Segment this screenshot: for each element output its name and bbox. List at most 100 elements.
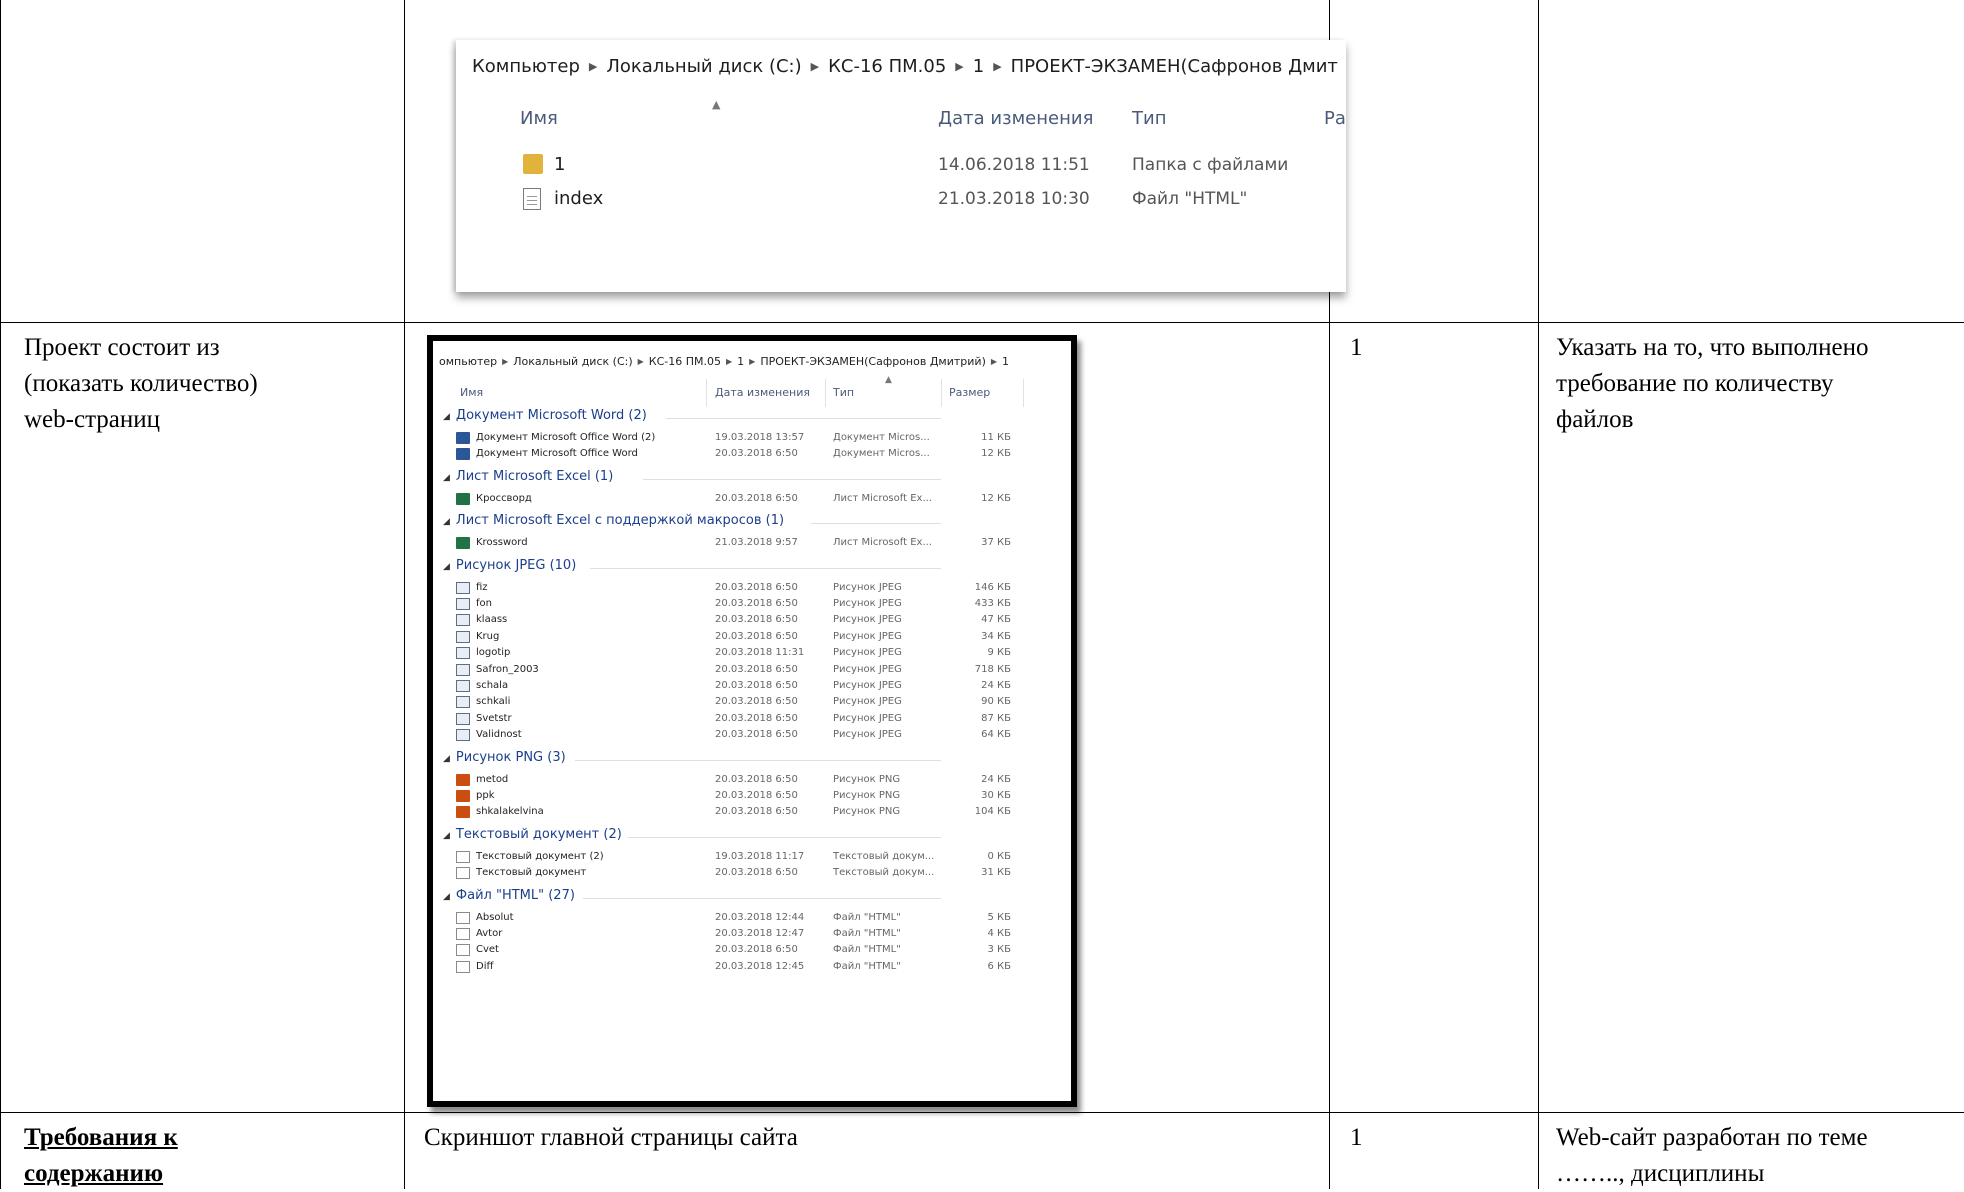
file-row[interactable]: Diff 20.03.2018 12:45 Файл "HTML" 6 КБ: [433, 959, 1053, 977]
file-row[interactable]: Absolut 20.03.2018 12:44 Файл "HTML" 5 КБ: [433, 910, 1053, 928]
file-date: 20.03.2018 6:50: [715, 680, 798, 691]
file-size: 30 КБ: [981, 790, 1011, 801]
file-row[interactable]: Svetstr 20.03.2018 6:50 Рисунок JPEG 87 КБ: [433, 711, 1053, 729]
row2-criterion-cell: Проект состоит из (показать количество) …: [24, 330, 258, 438]
column-header-name[interactable]: Имя: [520, 108, 558, 129]
file-row[interactable]: Текстовый документ 20.03.2018 6:50 Текстов…: [433, 865, 1053, 883]
file-name: ppk: [476, 790, 495, 801]
text-icon: [456, 867, 470, 880]
jpeg-icon: [456, 680, 470, 692]
file-row[interactable]: logotip 20.03.2018 11:31 Рисунок JPEG 9 КБ: [433, 645, 1053, 663]
file-size: 146 КБ: [974, 581, 1011, 593]
file-row[interactable]: Avtor 20.03.2018 12:47 Файл "HTML" 4 КБ: [433, 926, 1053, 944]
file-name: schala: [476, 680, 509, 691]
file-row[interactable]: schala 20.03.2018 6:50 Рисунок JPEG 24 КБ: [433, 678, 1053, 696]
file-row[interactable]: Validnost 20.03.2018 6:50 Рисунок JPEG 64 К…: [433, 727, 1053, 745]
column-header-date[interactable]: Дата изменения: [938, 108, 1093, 129]
file-size: 11 КБ: [981, 432, 1011, 443]
file-row-name[interactable]: index: [554, 188, 603, 209]
file-row[interactable]: fon 20.03.2018 6:50 Рисунок JPEG 433 КБ: [433, 596, 1053, 614]
jpeg-icon: [456, 663, 470, 676]
file-name: logotip: [476, 647, 511, 659]
breadcrumb-item[interactable]: КС-16 ПМ.05: [828, 56, 946, 77]
file-row[interactable]: ppk 20.03.2018 6:50 Рисунок PNG 30 КБ: [433, 788, 1053, 806]
file-size: 104 КБ: [974, 806, 1011, 818]
breadcrumb-item[interactable]: 1: [737, 355, 744, 368]
html-icon: [456, 944, 470, 957]
group-header[interactable]: ◢ Документ Microsoft Word (2): [443, 408, 647, 423]
file-row[interactable]: Документ Microsoft Office Word 20.03.2018…: [433, 446, 1053, 464]
group-header[interactable]: ◢ Рисунок PNG (3): [443, 750, 566, 765]
file-row[interactable]: shkalakelvina 20.03.2018 6:50 Рисунок PNG 1…: [433, 804, 1053, 822]
group-header[interactable]: ◢ Рисунок JPEG (10): [443, 558, 576, 573]
row3-criterion-line: Требования к: [24, 1124, 178, 1151]
group-label: Лист Microsoft Excel с поддержкой макрос…: [455, 513, 785, 529]
file-row[interactable]: fiz 20.03.2018 6:50 Рисунок JPEG 146 КБ: [433, 580, 1053, 598]
file-row[interactable]: schkali 20.03.2018 6:50 Рисунок JPEG 90 КБ: [433, 694, 1053, 712]
file-row[interactable]: metod 20.03.2018 6:50 Рисунок PNG 24 КБ: [433, 772, 1053, 790]
table-border-left: [0, 0, 1, 1189]
file-name: Cvet: [476, 944, 499, 956]
png-icon: [456, 806, 470, 819]
file-row[interactable]: Текстовый документ (2) 19.03.2018 11:17 Те…: [433, 849, 1053, 867]
file-type: Рисунок JPEG: [833, 614, 902, 626]
chevron-right-icon: ▶: [990, 357, 998, 366]
collapse-triangle-icon[interactable]: ◢: [443, 754, 450, 764]
breadcrumb-item[interactable]: ПРОЕКТ-ЭКЗАМЕН(Сафронов Дмит: [1011, 56, 1338, 77]
file-name: Кроссворд: [476, 492, 532, 504]
collapse-triangle-icon[interactable]: ◢: [443, 517, 450, 527]
file-name: schkali: [476, 696, 511, 708]
row2-comment-line: Указать на то, что выполнено: [1556, 334, 1869, 361]
file-row-date: 14.06.2018 11:51: [938, 155, 1090, 175]
breadcrumb-item[interactable]: 1: [1002, 355, 1009, 368]
column-header-size[interactable]: Ра: [1324, 108, 1346, 129]
file-size: 90 КБ: [981, 696, 1011, 708]
breadcrumb-item[interactable]: омпьютер: [439, 355, 497, 368]
breadcrumb-item[interactable]: КС-16 ПМ.05: [649, 355, 721, 368]
file-name: Текстовый документ (2): [476, 850, 604, 862]
file-row[interactable]: Документ Microsoft Office Word (2) 19.03.…: [433, 430, 1053, 448]
explorer1-breadcrumb: Компьютер ▶ Локальный диск (C:) ▶ КС-16 ПМ.0…: [472, 56, 1338, 77]
file-row[interactable]: klaass 20.03.2018 6:50 Рисунок JPEG 47 КБ: [433, 612, 1053, 630]
file-date: 20.03.2018 6:50: [715, 696, 798, 708]
file-row[interactable]: Krug 20.03.2018 6:50 Рисунок JPEG 34 КБ: [433, 629, 1053, 647]
file-row[interactable]: Safron_2003 20.03.2018 6:50 Рисунок JPEG 71…: [433, 662, 1053, 680]
breadcrumb-item[interactable]: 1: [973, 56, 984, 77]
file-date: 20.03.2018 6:50: [715, 581, 798, 593]
file-row-name[interactable]: 1: [554, 154, 565, 175]
collapse-triangle-icon[interactable]: ◢: [443, 473, 450, 483]
collapse-triangle-icon[interactable]: ◢: [443, 831, 450, 841]
group-header[interactable]: ◢ Файл "HTML" (27): [443, 888, 575, 903]
breadcrumb-item[interactable]: Локальный диск (C:): [606, 56, 801, 77]
column-header-name[interactable]: Имя: [460, 386, 483, 399]
column-header-type[interactable]: Тип: [1132, 108, 1166, 129]
collapse-triangle-icon[interactable]: ◢: [443, 562, 450, 572]
column-header-type[interactable]: Тип: [833, 386, 854, 399]
file-row[interactable]: Cvet 20.03.2018 6:50 Файл "HTML" 3 КБ: [433, 942, 1053, 960]
file-date: 20.03.2018 6:50: [715, 867, 798, 879]
text-icon: [456, 850, 470, 863]
group-header[interactable]: ◢ Лист Microsoft Excel (1): [443, 469, 613, 484]
breadcrumb-item[interactable]: Локальный диск (C:): [513, 355, 632, 368]
row2-criterion-line: web-страниц: [24, 406, 161, 433]
row3-description-cell: Скриншот главной страницы сайта: [424, 1124, 798, 1151]
jpeg-icon: [456, 630, 470, 643]
column-header-size[interactable]: Размер: [949, 386, 990, 399]
column-header-date[interactable]: Дата изменения: [715, 386, 810, 399]
file-name: Avtor: [476, 928, 503, 939]
file-name: Diff: [476, 960, 494, 972]
file-size: 4 КБ: [987, 928, 1011, 939]
file-row[interactable]: Кроссворд 20.03.2018 6:50 Лист Microsoft E…: [433, 491, 1053, 509]
group-header[interactable]: ◢ Лист Microsoft Excel с поддержкой макро…: [443, 513, 784, 528]
breadcrumb-item[interactable]: ПРОЕКТ-ЭКЗАМЕН(Сафронов Дмитрий): [760, 355, 986, 368]
group-header[interactable]: ◢ Текстовый документ (2): [443, 827, 622, 842]
file-size: 0 КБ: [987, 850, 1011, 862]
file-date: 19.03.2018 11:17: [715, 850, 805, 862]
collapse-triangle-icon[interactable]: ◢: [443, 892, 450, 902]
file-row[interactable]: Krossword 21.03.2018 9:57 Лист Microsoft E…: [433, 535, 1053, 553]
file-size: 718 КБ: [974, 663, 1011, 675]
breadcrumb-item[interactable]: Компьютер: [472, 56, 580, 77]
collapse-triangle-icon[interactable]: ◢: [443, 412, 450, 422]
file-type: Рисунок JPEG: [833, 598, 902, 609]
png-icon: [456, 790, 470, 802]
